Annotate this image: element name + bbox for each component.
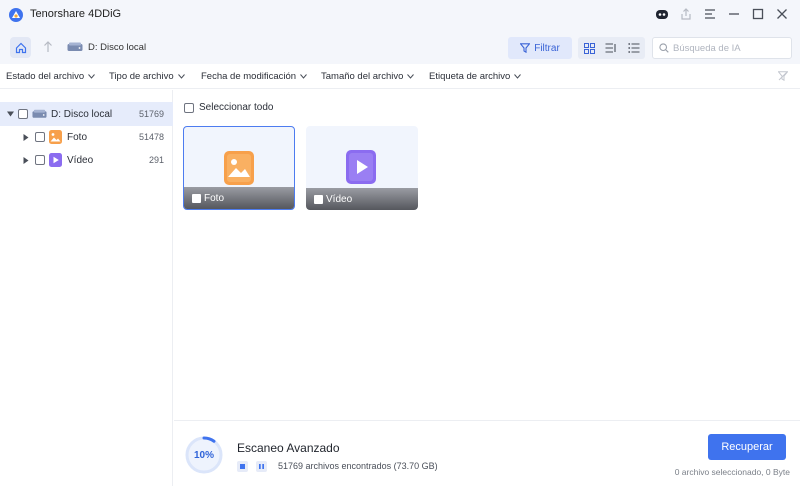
filter-dropdown-fecha[interactable]: Fecha de modificación: [201, 71, 307, 82]
close-icon[interactable]: [770, 4, 794, 24]
photo-icon: [49, 130, 62, 144]
tree-item-label: Foto: [67, 131, 88, 143]
minimize-icon[interactable]: [722, 4, 746, 24]
select-all-label: Seleccionar todo: [199, 102, 274, 113]
card-footer: Foto: [184, 187, 294, 209]
detail-view-icon[interactable]: [625, 39, 643, 57]
list-view-icon[interactable]: [602, 39, 620, 57]
home-button[interactable]: [10, 37, 31, 58]
select-all-toggle[interactable]: Seleccionar todo: [184, 102, 274, 113]
nav-bar: D: Disco local Filtrar: [0, 30, 800, 64]
chevron-down-icon: [514, 74, 522, 79]
tree-item-video[interactable]: Vídeo 291: [0, 148, 173, 172]
video-icon: [49, 153, 62, 167]
stop-icon: [240, 464, 245, 469]
sidebar: D: Disco local 51769 Foto 51478 Vídeo 29…: [0, 90, 173, 486]
tree-item-count: 291: [148, 155, 164, 165]
tree-item-foto[interactable]: Foto 51478: [0, 125, 173, 149]
menu-icon[interactable]: [698, 4, 722, 24]
card-footer: Vídeo: [306, 188, 418, 210]
checkbox[interactable]: [35, 132, 45, 142]
search-input[interactable]: [673, 42, 783, 54]
checkbox[interactable]: [314, 194, 323, 204]
pause-icon: [259, 464, 264, 469]
app-title: Tenorshare 4DDiG: [30, 8, 122, 20]
view-mode-group: [578, 37, 645, 59]
filter-dropdown-estado[interactable]: Estado del archivo: [6, 71, 96, 82]
checkbox[interactable]: [184, 102, 194, 113]
photo-icon: [224, 151, 254, 185]
clear-filter-icon[interactable]: [778, 71, 788, 81]
search-icon: [659, 43, 669, 53]
checkbox[interactable]: [18, 109, 28, 119]
card-label: Foto: [204, 192, 225, 204]
maximize-icon[interactable]: [746, 4, 770, 24]
drive-icon: [67, 42, 83, 51]
checkbox[interactable]: [35, 155, 45, 165]
chevron-down-icon: [177, 74, 185, 79]
tree-item-count: 51478: [138, 132, 164, 142]
expand-arrow-icon[interactable]: [6, 110, 14, 118]
video-icon: [346, 150, 376, 184]
scan-title: Escaneo Avanzado: [237, 441, 340, 455]
card-label: Vídeo: [326, 193, 353, 205]
up-arrow-button[interactable]: [40, 38, 56, 56]
home-icon: [15, 42, 26, 53]
filter-dropdown-etiqueta[interactable]: Etiqueta de archivo: [429, 71, 522, 82]
app-logo-icon: [9, 8, 23, 22]
filter-dropdown-tipo[interactable]: Tipo de archivo: [109, 71, 185, 82]
grid-view-icon[interactable]: [580, 39, 598, 57]
category-card-video[interactable]: Vídeo: [306, 126, 418, 210]
progress-percent: 10%: [193, 449, 214, 461]
selection-status: 0 archivo seleccionado, 0 Byte: [674, 467, 790, 477]
chevron-down-icon: [88, 74, 96, 79]
filter-dropdown-tamano[interactable]: Tamaño del archivo: [321, 71, 415, 82]
robot-icon[interactable]: [650, 4, 674, 24]
tree-item-label: D: Disco local: [51, 108, 113, 120]
recover-button[interactable]: Recuperar: [708, 434, 786, 460]
filter-icon: [520, 43, 531, 53]
breadcrumb[interactable]: D: Disco local: [88, 42, 146, 53]
search-box[interactable]: [652, 37, 792, 59]
tree-item-count: 51769: [138, 109, 164, 119]
files-found-text: 51769 archivos encontrados (73.70 GB): [278, 461, 438, 471]
pause-button[interactable]: [256, 461, 267, 472]
category-card-foto[interactable]: Foto: [183, 126, 295, 210]
checkbox[interactable]: [192, 193, 201, 203]
title-bar: Tenorshare 4DDiG: [0, 0, 800, 30]
tree-item-disco-local[interactable]: D: Disco local 51769: [0, 102, 173, 126]
tree-item-label: Vídeo: [67, 154, 94, 166]
stop-button[interactable]: [237, 461, 248, 472]
scan-status-bar: 10% Escaneo Avanzado 51769 archivos enco…: [174, 420, 800, 486]
filter-button[interactable]: Filtrar: [508, 37, 572, 59]
drive-icon: [32, 109, 47, 118]
up-arrow-icon: [44, 41, 52, 52]
filter-bar: Estado del archivo Tipo de archivo Fecha…: [0, 64, 800, 89]
expand-arrow-icon[interactable]: [22, 133, 30, 141]
share-icon[interactable]: [674, 4, 698, 24]
main-content: Seleccionar todo Foto Vídeo: [174, 90, 800, 420]
expand-arrow-icon[interactable]: [22, 156, 30, 164]
chevron-down-icon: [300, 74, 307, 79]
filter-label: Filtrar: [534, 42, 560, 54]
chevron-down-icon: [407, 74, 415, 79]
